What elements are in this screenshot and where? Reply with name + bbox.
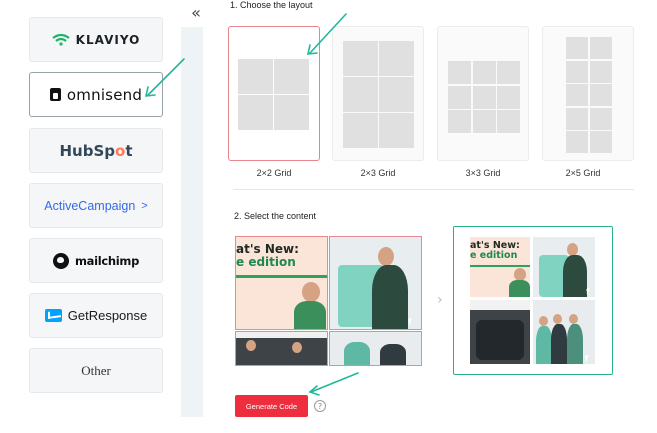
annotation-arrow-omnisend bbox=[147, 58, 185, 96]
annotation-arrow-layout bbox=[309, 13, 347, 54]
annotation-arrows bbox=[144, 13, 359, 396]
annotation-arrow-generate bbox=[310, 372, 359, 393]
